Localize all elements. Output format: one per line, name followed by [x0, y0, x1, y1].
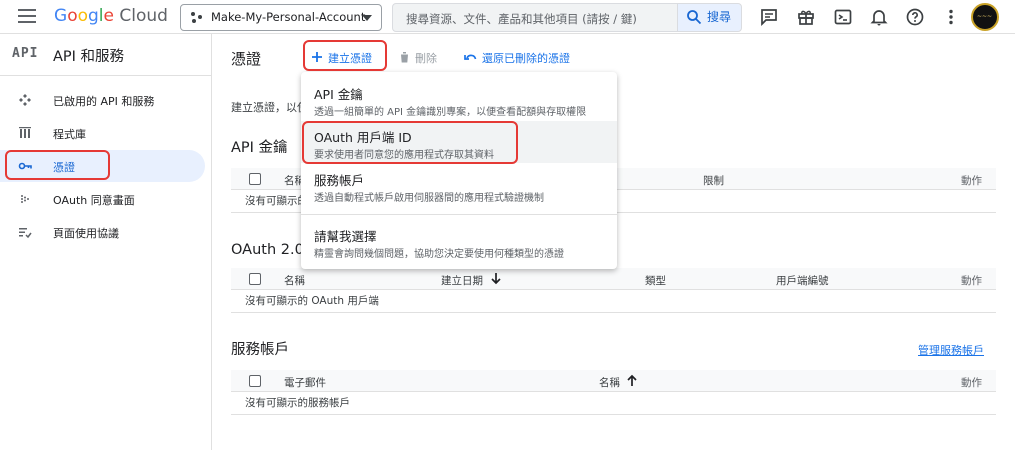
column-name[interactable]: 名稱 [599, 375, 620, 390]
menu-item-title: API 金鑰 [314, 87, 363, 102]
menu-item-oauth-client-id[interactable]: OAuth 用戶端 ID 要求使用者同意您的應用程式存取其資料 [301, 121, 617, 163]
sidebar-title: API 和服務 [53, 49, 125, 65]
project-name: Make-My-Personal-Account [211, 10, 366, 24]
menu-item-title: OAuth 用戶端 ID [314, 130, 412, 145]
menu-item-title: 服務帳戶 [314, 173, 365, 188]
search-button[interactable]: 搜尋 [677, 4, 741, 31]
create-credentials-button[interactable]: 建立憑證 [311, 50, 372, 66]
api-mark: API [12, 46, 39, 61]
google-cloud-logo[interactable]: Google Cloud [54, 6, 168, 26]
consent-icon [21, 195, 29, 203]
column-action: 動作 [961, 377, 982, 389]
search-icon [687, 10, 702, 25]
sidebar: API API 和服務 已啟用的 API 和服務 程式庫 憑證 OAuth 同意… [0, 34, 212, 450]
select-all-checkbox[interactable] [249, 375, 261, 387]
intro-text: 建立憑證，以使 [231, 101, 308, 114]
sidebar-item-label: 憑證 [53, 161, 75, 174]
column-name: 名稱 [284, 275, 305, 287]
restore-deleted-label: 還原已刪除的憑證 [482, 52, 570, 65]
service-accounts-title: 服務帳戶 [231, 342, 289, 358]
manage-service-accounts-link[interactable]: 管理服務帳戶 [918, 342, 984, 358]
column-client-id: 用戶端編號 [776, 275, 829, 287]
menu-icon[interactable] [18, 9, 36, 23]
delete-button[interactable]: 刪除 [399, 50, 437, 66]
service-accounts-table-header: 電子郵件 名稱 動作 [231, 370, 996, 392]
sidebar-item-label: 頁面使用協議 [53, 227, 119, 240]
column-email: 電子郵件 [284, 377, 326, 389]
search-input[interactable]: 搜尋資源、文件、產品和其他項目 (請按 / 鍵) [406, 11, 637, 27]
library-icon [19, 127, 31, 138]
delete-label: 刪除 [415, 52, 437, 65]
menu-item-title: 請幫我選擇 [314, 229, 377, 244]
sidebar-item-label: 程式庫 [53, 128, 86, 141]
sidebar-item-library[interactable]: 程式庫 [0, 117, 211, 149]
menu-item-api-key[interactable]: API 金鑰 透過一組簡單的 API 金鑰識別專案，以便查看配額與存取權限 [301, 78, 617, 120]
oauth-empty-row: 沒有可顯示的 OAuth 用戶端 [231, 291, 996, 313]
column-action: 動作 [961, 175, 982, 187]
more-vert-icon[interactable] [941, 7, 961, 27]
help-icon[interactable] [905, 7, 925, 27]
sidebar-header: API API 和服務 [0, 34, 211, 76]
api-keys-title: API 金鑰 [231, 140, 288, 156]
top-bar: Google Cloud Make-My-Personal-Account 搜尋… [0, 0, 1015, 34]
sidebar-item-page-usage[interactable]: 頁面使用協議 [0, 216, 211, 248]
sidebar-item-oauth-consent[interactable]: OAuth 同意畫面 [0, 183, 211, 215]
create-credentials-menu: API 金鑰 透過一組簡單的 API 金鑰識別專案，以便查看配額與存取權限 OA… [301, 72, 617, 269]
menu-item-help-me-choose[interactable]: 請幫我選擇 精靈會詢問幾個問題，協助您決定要使用何種類型的憑證 [301, 220, 617, 262]
arrow-down-icon[interactable] [491, 272, 501, 285]
notification-icon[interactable] [869, 7, 889, 27]
feedback-icon[interactable] [759, 7, 779, 27]
menu-item-desc: 要求使用者同意您的應用程式存取其資料 [314, 150, 494, 161]
search-bar[interactable]: 搜尋資源、文件、產品和其他項目 (請按 / 鍵) 搜尋 [392, 3, 742, 32]
select-all-checkbox[interactable] [249, 173, 261, 185]
select-all-checkbox[interactable] [249, 273, 261, 285]
column-created-date[interactable]: 建立日期 [441, 273, 483, 288]
plus-icon [312, 52, 322, 62]
menu-divider [301, 214, 617, 215]
column-restriction: 限制 [703, 175, 724, 187]
undo-icon [464, 54, 477, 60]
trash-icon [400, 52, 409, 63]
terminal-icon[interactable] [833, 7, 853, 27]
sidebar-item-label: 已啟用的 API 和服務 [53, 95, 155, 108]
menu-item-desc: 透過一組簡單的 API 金鑰識別專案，以便查看配額與存取權限 [314, 107, 587, 118]
avatar[interactable]: ~~~ [971, 3, 999, 31]
diamond-icon [19, 94, 31, 106]
sidebar-item-credentials[interactable]: 憑證 [0, 150, 205, 182]
gift-icon[interactable] [796, 7, 816, 27]
column-action: 動作 [961, 275, 982, 287]
restore-deleted-button[interactable]: 還原已刪除的憑證 [464, 50, 570, 66]
sidebar-item-enabled-apis[interactable]: 已啟用的 API 和服務 [0, 84, 211, 116]
logo-google: Google [54, 6, 114, 26]
logo-cloud: Cloud [119, 6, 168, 26]
caret-down-icon [362, 15, 372, 21]
page-title: 憑證 [231, 50, 262, 68]
create-credentials-label: 建立憑證 [328, 52, 372, 65]
agreement-icon [19, 228, 32, 239]
key-icon [18, 162, 32, 170]
menu-item-service-account[interactable]: 服務帳戶 透過自動程式帳戶啟用伺服器間的應用程式驗證機制 [301, 164, 617, 206]
project-icon [191, 12, 203, 24]
menu-item-desc: 透過自動程式帳戶啟用伺服器間的應用程式驗證機制 [314, 193, 544, 204]
project-selector[interactable]: Make-My-Personal-Account [180, 4, 382, 31]
column-type: 類型 [645, 275, 666, 287]
menu-item-desc: 精靈會詢問幾個問題，協助您決定要使用何種類型的憑證 [314, 249, 564, 260]
sidebar-item-label: OAuth 同意畫面 [53, 194, 135, 207]
arrow-up-icon[interactable] [627, 374, 637, 387]
service-accounts-empty-row: 沒有可顯示的服務帳戶 [231, 393, 996, 415]
search-button-label: 搜尋 [707, 10, 732, 24]
oauth-table-header: 名稱 建立日期 類型 用戶端編號 動作 [231, 268, 996, 290]
